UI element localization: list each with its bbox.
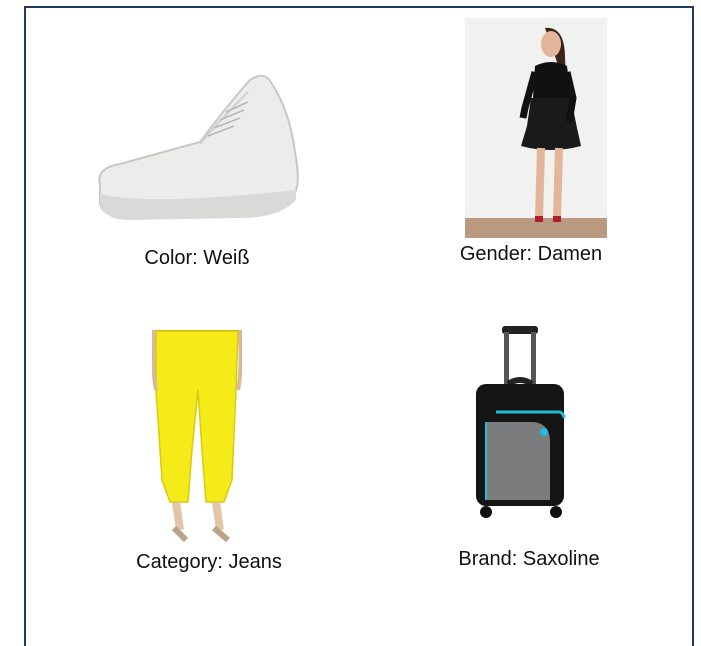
- yellow-jeans-icon: [152, 330, 242, 543]
- woman-in-black-dress-icon: [465, 18, 607, 238]
- product-image-jeans: [152, 330, 242, 545]
- caption-gender: Gender: Damen: [459, 243, 603, 265]
- black-suitcase-icon: [476, 326, 566, 518]
- product-image-dress: [465, 18, 607, 238]
- sneaker-icon: [98, 74, 299, 220]
- caption-category: Category: Jeans: [136, 551, 282, 573]
- caption-brand: Brand: Saxoline: [458, 548, 600, 570]
- product-image-suitcase: [470, 322, 570, 524]
- caption-color: Color: Weiß: [144, 247, 250, 269]
- product-image-sneaker: [90, 72, 302, 222]
